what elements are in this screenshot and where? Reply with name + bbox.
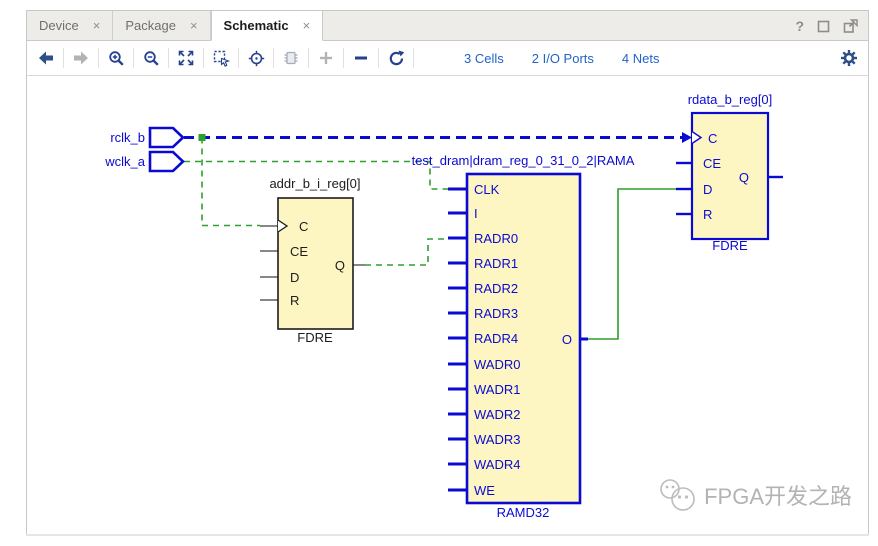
tab-package-label: Package: [125, 18, 176, 33]
pin-label-q: Q: [739, 170, 749, 185]
expand-cone-icon[interactable]: [282, 49, 300, 67]
pin-label-d: D: [703, 182, 712, 197]
port-rclk_b-label: rclk_b: [110, 130, 145, 145]
io-ports-count: 2 I/O Ports: [532, 51, 594, 66]
net-arrowhead: [682, 132, 692, 143]
wechat-logo-icon: [657, 476, 697, 514]
pin-label-r: R: [290, 293, 299, 308]
settings-gear-icon[interactable]: [840, 49, 858, 67]
port-rclk_b[interactable]: rclk_b: [110, 128, 183, 147]
toolbar-separator: [308, 48, 309, 68]
schematic-drawing: rclk_b wclk_a addr_b_i_reg[0] C CE D R: [27, 76, 868, 534]
toolbar-separator: [273, 48, 274, 68]
schematic-toolbar: 3 Cells 2 I/O Ports 4 Nets: [27, 41, 868, 76]
remove-icon[interactable]: [352, 49, 370, 67]
pin-label-c: C: [299, 219, 308, 234]
cell-instance-label: test_dram|dram_reg_0_31_0_2|RAMA: [412, 153, 635, 168]
pin-label-d: D: [290, 270, 299, 285]
close-icon[interactable]: ×: [190, 18, 198, 33]
cells-count: 3 Cells: [464, 51, 504, 66]
port-wclk_a-label: wclk_a: [104, 154, 146, 169]
toolbar-separator: [168, 48, 169, 68]
forward-arrow-icon[interactable]: [72, 49, 90, 67]
watermark-text: FPGA开发之路: [704, 479, 852, 511]
pin-label-wadr0: WADR0: [474, 357, 520, 372]
tab-device-label: Device: [39, 18, 79, 33]
pin-label-radr2: RADR2: [474, 281, 518, 296]
cell-instance-label: rdata_b_reg[0]: [688, 92, 773, 107]
net-addr-q-to-radr0[interactable]: [365, 239, 448, 265]
zoom-fit-icon[interactable]: [177, 49, 195, 67]
back-arrow-icon[interactable]: [37, 49, 55, 67]
zoom-to-selection-icon[interactable]: [212, 49, 230, 67]
tab-package[interactable]: Package ×: [113, 11, 210, 40]
window-controls: ?: [795, 11, 858, 41]
close-icon[interactable]: ×: [303, 18, 311, 33]
cell-ram-dram_reg[interactable]: test_dram|dram_reg_0_31_0_2|RAMA CLK I R…: [412, 153, 635, 520]
zoom-in-icon[interactable]: [107, 49, 125, 67]
pin-label-wadr1: WADR1: [474, 382, 520, 397]
pin-label-wadr4: WADR4: [474, 457, 520, 472]
schematic-window: Device × Package × Schematic × ?: [26, 10, 869, 534]
pin-label-ce: CE: [290, 244, 308, 259]
pin-label-clk: CLK: [474, 182, 500, 197]
tab-device[interactable]: Device ×: [27, 11, 113, 40]
pin-label-wadr3: WADR3: [474, 432, 520, 447]
refresh-icon[interactable]: [387, 49, 405, 67]
cell-type-label: FDRE: [297, 330, 333, 345]
toolbar-separator: [98, 48, 99, 68]
cell-instance-label: addr_b_i_reg[0]: [269, 176, 360, 191]
pin-label-radr0: RADR0: [474, 231, 518, 246]
cell-type-label: FDRE: [712, 238, 748, 253]
pin-label-radr4: RADR4: [474, 331, 518, 346]
watermark: FPGA开发之路: [657, 476, 852, 514]
pin-label-i: I: [474, 206, 478, 221]
net-junction-dot: [199, 134, 206, 141]
zoom-out-icon[interactable]: [142, 49, 160, 67]
nets-count: 4 Nets: [622, 51, 660, 66]
schematic-canvas[interactable]: rclk_b wclk_a addr_b_i_reg[0] C CE D R: [27, 76, 868, 534]
add-icon[interactable]: [317, 49, 335, 67]
toolbar-separator: [133, 48, 134, 68]
port-wclk_a[interactable]: wclk_a: [104, 152, 183, 171]
pin-label-radr1: RADR1: [474, 256, 518, 271]
selection-counts: 3 Cells 2 I/O Ports 4 Nets: [464, 51, 659, 66]
tab-schematic[interactable]: Schematic ×: [211, 11, 324, 41]
pin-label-c: C: [708, 131, 717, 146]
cell-rdata_b_reg[interactable]: rdata_b_reg[0] C CE D R Q FDRE: [676, 92, 783, 253]
cell-type-label: RAMD32: [497, 505, 550, 520]
pin-label-r: R: [703, 207, 712, 222]
pin-label-wadr2: WADR2: [474, 407, 520, 422]
net-ram-o-to-d[interactable]: [585, 189, 678, 339]
toolbar-separator: [203, 48, 204, 68]
pin-label-we: WE: [474, 483, 495, 498]
float-window-icon[interactable]: [843, 19, 858, 33]
toolbar-separator: [378, 48, 379, 68]
close-icon[interactable]: ×: [93, 18, 101, 33]
help-icon[interactable]: ?: [795, 18, 804, 34]
autofit-selection-icon[interactable]: [247, 49, 265, 67]
toolbar-separator: [238, 48, 239, 68]
net-rclk_b-branch[interactable]: [202, 138, 260, 226]
cell-addr_b_i_reg[interactable]: addr_b_i_reg[0] C CE D R Q FDRE: [260, 176, 365, 345]
tab-bar: Device × Package × Schematic × ?: [27, 11, 868, 41]
maximize-icon[interactable]: [817, 20, 830, 33]
toolbar-separator: [413, 48, 414, 68]
pin-label-radr3: RADR3: [474, 306, 518, 321]
toolbar-separator: [343, 48, 344, 68]
toolbar-separator: [63, 48, 64, 68]
pin-label-ce: CE: [703, 156, 721, 171]
pin-label-o: O: [562, 332, 572, 347]
pin-label-q: Q: [335, 258, 345, 273]
tab-schematic-label: Schematic: [224, 18, 289, 33]
